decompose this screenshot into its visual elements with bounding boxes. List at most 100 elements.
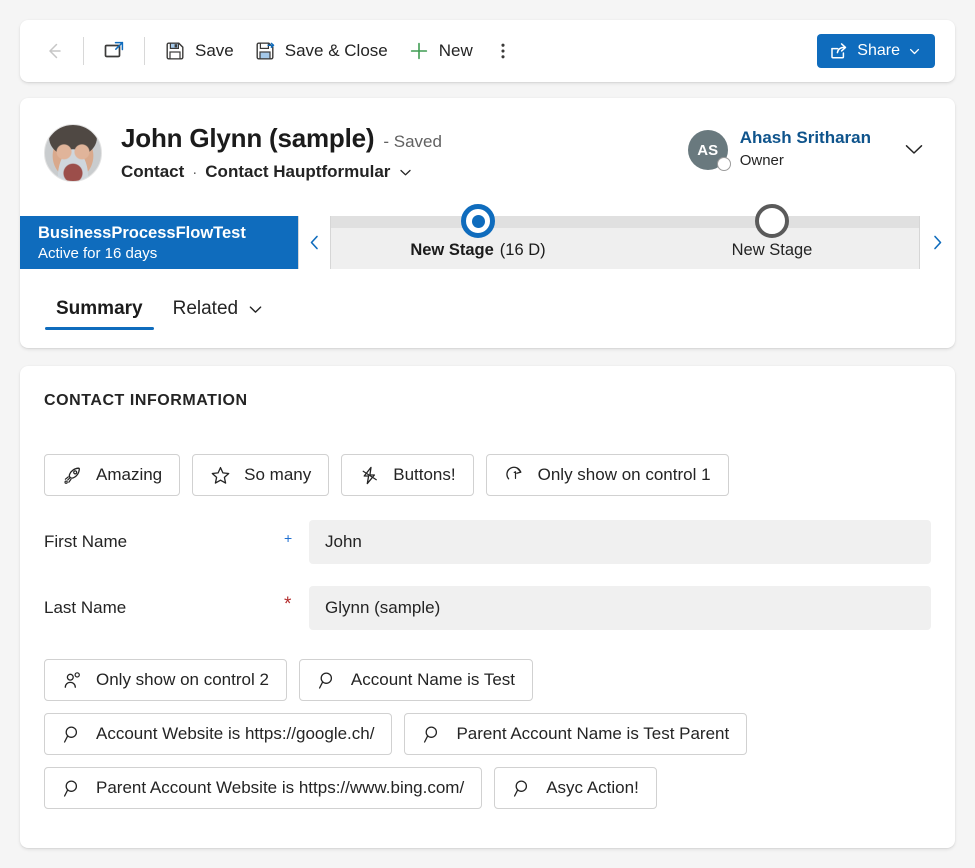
- save-close-icon: [254, 40, 276, 62]
- command-bar: Save Save & Close New Share: [20, 20, 955, 82]
- form-selector-label[interactable]: Contact Hauptformular: [205, 162, 390, 182]
- lightning-icon: [359, 465, 380, 486]
- owner-role-label: Owner: [739, 152, 784, 169]
- form-selector-chevron-down-icon[interactable]: [398, 165, 413, 180]
- bpf-stage-1-active-circle-icon: [461, 204, 495, 238]
- bpf-stage-2[interactable]: New Stage: [625, 204, 919, 269]
- bpf-previous-stage-button[interactable]: [298, 216, 331, 269]
- account-website-label: Account Website is https://google.ch/: [96, 724, 375, 743]
- rocket-icon: [62, 465, 83, 486]
- first-name-label: First Name: [44, 532, 128, 551]
- record-subtitle: Contact · Contact Hauptformular: [121, 162, 442, 182]
- account-website-button[interactable]: Account Website is https://google.ch/: [44, 713, 393, 755]
- search-icon: [422, 724, 443, 745]
- section-header: CONTACT INFORMATION: [44, 392, 248, 409]
- search-icon: [512, 778, 533, 799]
- tab-summary[interactable]: Summary: [44, 294, 155, 336]
- app-page: Save Save & Close New Share John Glynn (…: [0, 0, 975, 868]
- amazing-button[interactable]: Amazing: [44, 454, 181, 496]
- account-name-is-test-button[interactable]: Account Name is Test: [298, 659, 534, 701]
- header-expand-chevron-down-icon[interactable]: [901, 136, 927, 162]
- action-button-row-4: Parent Account Website is https://www.bi…: [44, 767, 931, 809]
- asyc-action-label: Asyc Action!: [546, 778, 639, 797]
- star-icon: [210, 465, 231, 486]
- last-name-label: Last Name: [44, 598, 127, 617]
- save-and-close-button[interactable]: Save & Close: [244, 31, 398, 71]
- bpf-stage-1[interactable]: New Stage (16 D): [331, 204, 625, 269]
- search-icon: [62, 724, 83, 745]
- chevron-left-icon: [307, 234, 322, 251]
- only-show-on-control-1-button[interactable]: Only show on control 1: [485, 454, 729, 496]
- bpf-process-tile[interactable]: BusinessProcessFlowTest Active for 16 da…: [20, 216, 298, 269]
- record-title-line: John Glynn (sample) - Saved: [121, 123, 442, 154]
- search-icon: [317, 670, 338, 691]
- owner-name-link[interactable]: Ahash Sritharan: [740, 128, 871, 148]
- bpf-next-stage-button[interactable]: [919, 216, 955, 269]
- more-commands-button[interactable]: [483, 31, 523, 71]
- open-in-new-window-button[interactable]: [93, 31, 135, 71]
- record-header: John Glynn (sample) - Saved Contact · Co…: [20, 98, 955, 216]
- last-name-field-row: Last Name * Glynn (sample): [44, 586, 931, 630]
- chevron-down-icon: [908, 45, 921, 58]
- action-button-row-2: Only show on control 2 Account Name is T…: [44, 659, 931, 701]
- last-name-input[interactable]: Glynn (sample): [309, 586, 931, 630]
- parent-account-website-label: Parent Account Website is https://www.bi…: [96, 778, 465, 797]
- bpf-stage-1-label: New Stage: [410, 241, 494, 259]
- bpf-stage-1-label-wrap: New Stage (16 D): [410, 241, 545, 260]
- tab-related-chevron-down-icon: [247, 301, 264, 318]
- save-status: - Saved: [383, 132, 442, 151]
- person-icon: [62, 670, 83, 691]
- save-label: Save: [195, 41, 234, 60]
- first-name-input[interactable]: John: [309, 520, 931, 564]
- contact-avatar: [44, 124, 102, 182]
- separator-dot: ·: [192, 163, 198, 181]
- save-button[interactable]: Save: [154, 31, 244, 71]
- toolbar-divider-1: [83, 37, 84, 65]
- first-name-field-row: First Name + John: [44, 520, 931, 564]
- tab-strip: Summary Related: [20, 269, 955, 345]
- back-button[interactable]: [34, 31, 74, 71]
- new-label: New: [438, 41, 473, 60]
- account-name-is-test-label: Account Name is Test: [350, 670, 516, 689]
- asyc-action-button[interactable]: Asyc Action!: [494, 767, 657, 809]
- share-label: Share: [857, 42, 900, 59]
- overflow-menu-icon: [492, 40, 514, 62]
- bpf-stage-track: New Stage (16 D) New Stage: [331, 204, 919, 269]
- amazing-button-label: Amazing: [96, 465, 163, 484]
- refresh-circle-1-icon: [504, 465, 525, 486]
- presence-indicator-icon: [716, 157, 731, 171]
- bpf-stage-2-label: New Stage: [731, 241, 813, 259]
- only-show-on-control-2-label: Only show on control 2: [96, 670, 269, 689]
- plus-icon: [408, 40, 430, 62]
- contact-information-card: CONTACT INFORMATION Amazing So many Butt…: [20, 366, 955, 848]
- action-button-row-1: Amazing So many Buttons! Only show on co…: [44, 454, 931, 496]
- back-arrow-icon: [43, 40, 65, 62]
- parent-account-website-button[interactable]: Parent Account Website is https://www.bi…: [44, 767, 483, 809]
- new-button[interactable]: New: [398, 31, 483, 71]
- tab-related[interactable]: Related: [161, 294, 277, 336]
- save-icon: [164, 40, 186, 62]
- bpf-stage-1-duration: (16 D): [499, 241, 546, 259]
- share-button[interactable]: Share: [817, 34, 935, 68]
- bpf-process-name: BusinessProcessFlowTest: [38, 224, 246, 242]
- business-process-flow-bar: BusinessProcessFlowTest Active for 16 da…: [20, 204, 955, 269]
- parent-account-name-button[interactable]: Parent Account Name is Test Parent: [404, 713, 748, 755]
- buttons-button-label: Buttons!: [393, 465, 456, 484]
- owner-block: AS Ahash Sritharan Owner: [687, 120, 931, 171]
- buttons-button[interactable]: Buttons!: [341, 454, 474, 496]
- owner-avatar[interactable]: AS: [687, 130, 731, 171]
- owner-text-block: Ahash Sritharan Owner: [740, 128, 871, 169]
- last-name-required-marker: *: [284, 593, 292, 615]
- record-header-card: John Glynn (sample) - Saved Contact · Co…: [20, 98, 955, 348]
- action-button-row-3: Account Website is https://google.ch/ Pa…: [44, 713, 931, 755]
- parent-account-name-label: Parent Account Name is Test Parent: [456, 724, 730, 743]
- record-title-block: John Glynn (sample) - Saved Contact · Co…: [121, 120, 442, 182]
- page-title: John Glynn (sample): [121, 123, 375, 153]
- only-show-on-control-2-button[interactable]: Only show on control 2: [44, 659, 287, 701]
- first-name-recommended-marker: +: [284, 530, 293, 546]
- bpf-stage-2-inactive-circle-icon: [755, 204, 789, 238]
- tab-summary-label: Summary: [56, 298, 143, 319]
- only-show-on-control-1-label: Only show on control 1: [537, 465, 711, 484]
- so-many-button-label: So many: [244, 465, 312, 484]
- so-many-button[interactable]: So many: [192, 454, 330, 496]
